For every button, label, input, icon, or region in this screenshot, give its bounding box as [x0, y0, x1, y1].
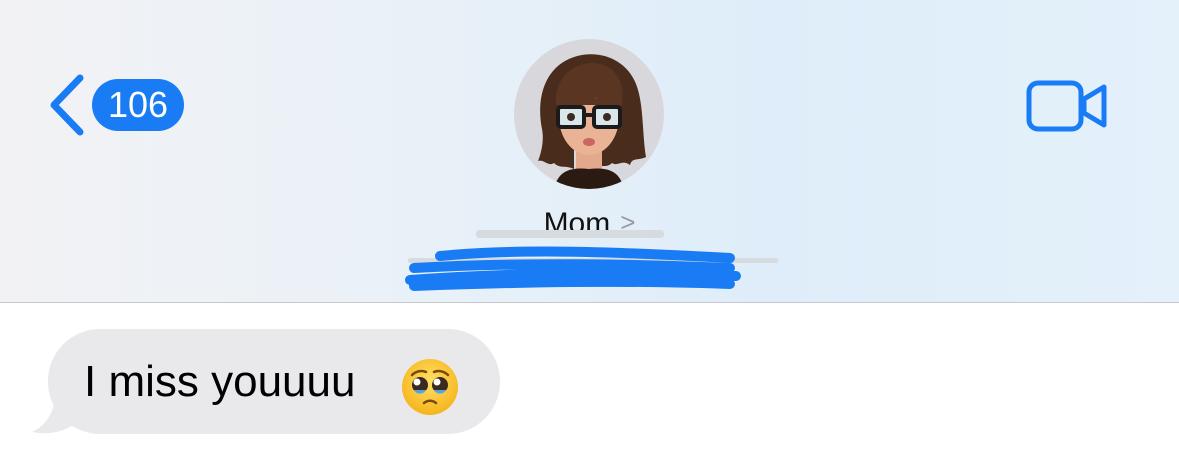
- unread-count-badge: 106: [92, 79, 184, 131]
- pleading-face-emoji: [402, 359, 458, 415]
- message-text: I miss youuuu: [84, 357, 356, 406]
- memoji-avatar-image: [538, 54, 646, 189]
- contact-avatar[interactable]: [514, 39, 664, 189]
- conversation-header: 106 Mom >: [0, 0, 1179, 302]
- back-button[interactable]: 106: [46, 70, 184, 140]
- redaction-scribble: [405, 230, 778, 291]
- chevron-left-icon: [50, 74, 84, 136]
- header-divider: [0, 302, 1179, 303]
- video-camera-icon[interactable]: [1026, 80, 1108, 132]
